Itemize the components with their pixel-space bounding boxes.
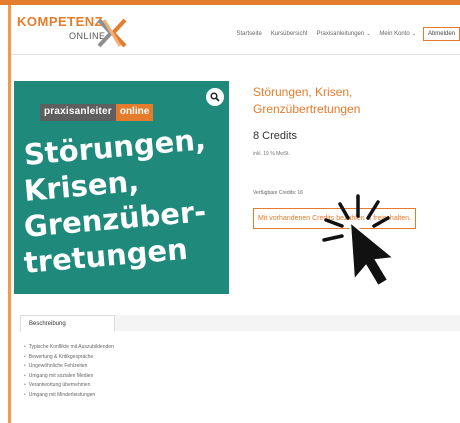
product-price: 8 Credits bbox=[253, 130, 298, 142]
left-accent-bar bbox=[8, 5, 11, 423]
site-header: KOMPETENZ ONLINE Startseite Kursübersich… bbox=[11, 5, 460, 55]
logout-button[interactable]: Abmelden bbox=[422, 27, 460, 41]
nav-label: Mein Konto bbox=[379, 31, 410, 37]
list-item: Umgang mit Minderleistungen bbox=[24, 391, 114, 401]
list-item: Typische Konflikte mit Auszubildenden bbox=[24, 343, 114, 353]
nav-startseite[interactable]: Startseite bbox=[236, 31, 261, 37]
logo-x-icon bbox=[97, 18, 127, 48]
tax-note: inkl. 19 % MwSt. bbox=[253, 151, 290, 157]
brand-text-praxisanleiter: praxisanleiter bbox=[40, 104, 116, 121]
description-list: Typische Konflikte mit Auszubildenden Be… bbox=[24, 343, 114, 400]
list-item: Bewertung & Kritikgespräche bbox=[24, 353, 114, 363]
tab-beschreibung[interactable]: Beschreibung bbox=[20, 315, 115, 332]
nav-label: Praxisanleitungen bbox=[316, 31, 365, 37]
main-navigation: Startseite Kursübersicht Praxisanleitung… bbox=[227, 27, 460, 41]
list-item: Verantwortung übernehmen bbox=[24, 381, 114, 391]
nav-kursuebersicht[interactable]: Kursübersicht bbox=[271, 31, 308, 37]
nav-mein-konto[interactable]: Mein Konto ⌄ bbox=[379, 31, 416, 37]
image-title: Störungen, Krisen, Grenzüber- tretungen bbox=[23, 122, 229, 281]
brand-bar: praxisanleiter online bbox=[40, 104, 154, 121]
product-summary: Störungen, Krisen, Grenzübertretungen 8 … bbox=[253, 84, 443, 157]
list-item: Ungewöhnliche Fehlzeiten bbox=[24, 362, 114, 372]
tab-bar: Beschreibung bbox=[20, 315, 460, 332]
available-credits: Verfügbare Credits: 16 bbox=[253, 190, 304, 196]
nav-praxisanleitungen[interactable]: Praxisanleitungen ⌄ bbox=[317, 31, 371, 37]
logo-text-top: KOMPETENZ bbox=[17, 14, 104, 29]
magnifier-icon bbox=[210, 92, 220, 102]
product-image[interactable]: praxisanleiter online Störungen, Krisen,… bbox=[14, 81, 229, 294]
brand-text-online: online bbox=[115, 104, 154, 121]
nav-label: Kursübersicht bbox=[270, 31, 308, 37]
hand-pointer-click-icon bbox=[322, 194, 397, 288]
zoom-button[interactable] bbox=[206, 88, 224, 106]
product-tabs: Beschreibung Typische Konflikte mit Ausz… bbox=[20, 315, 460, 423]
chevron-down-icon: ⌄ bbox=[366, 31, 371, 37]
product-title: Störungen, Krisen, Grenzübertretungen bbox=[253, 85, 361, 116]
site-logo[interactable]: KOMPETENZ ONLINE bbox=[17, 14, 132, 50]
list-item: Umgang mit sozialen Medien bbox=[24, 372, 114, 382]
tab-bar-fill bbox=[115, 315, 460, 331]
nav-label: Startseite bbox=[236, 31, 262, 37]
chevron-down-icon: ⌄ bbox=[411, 31, 416, 37]
